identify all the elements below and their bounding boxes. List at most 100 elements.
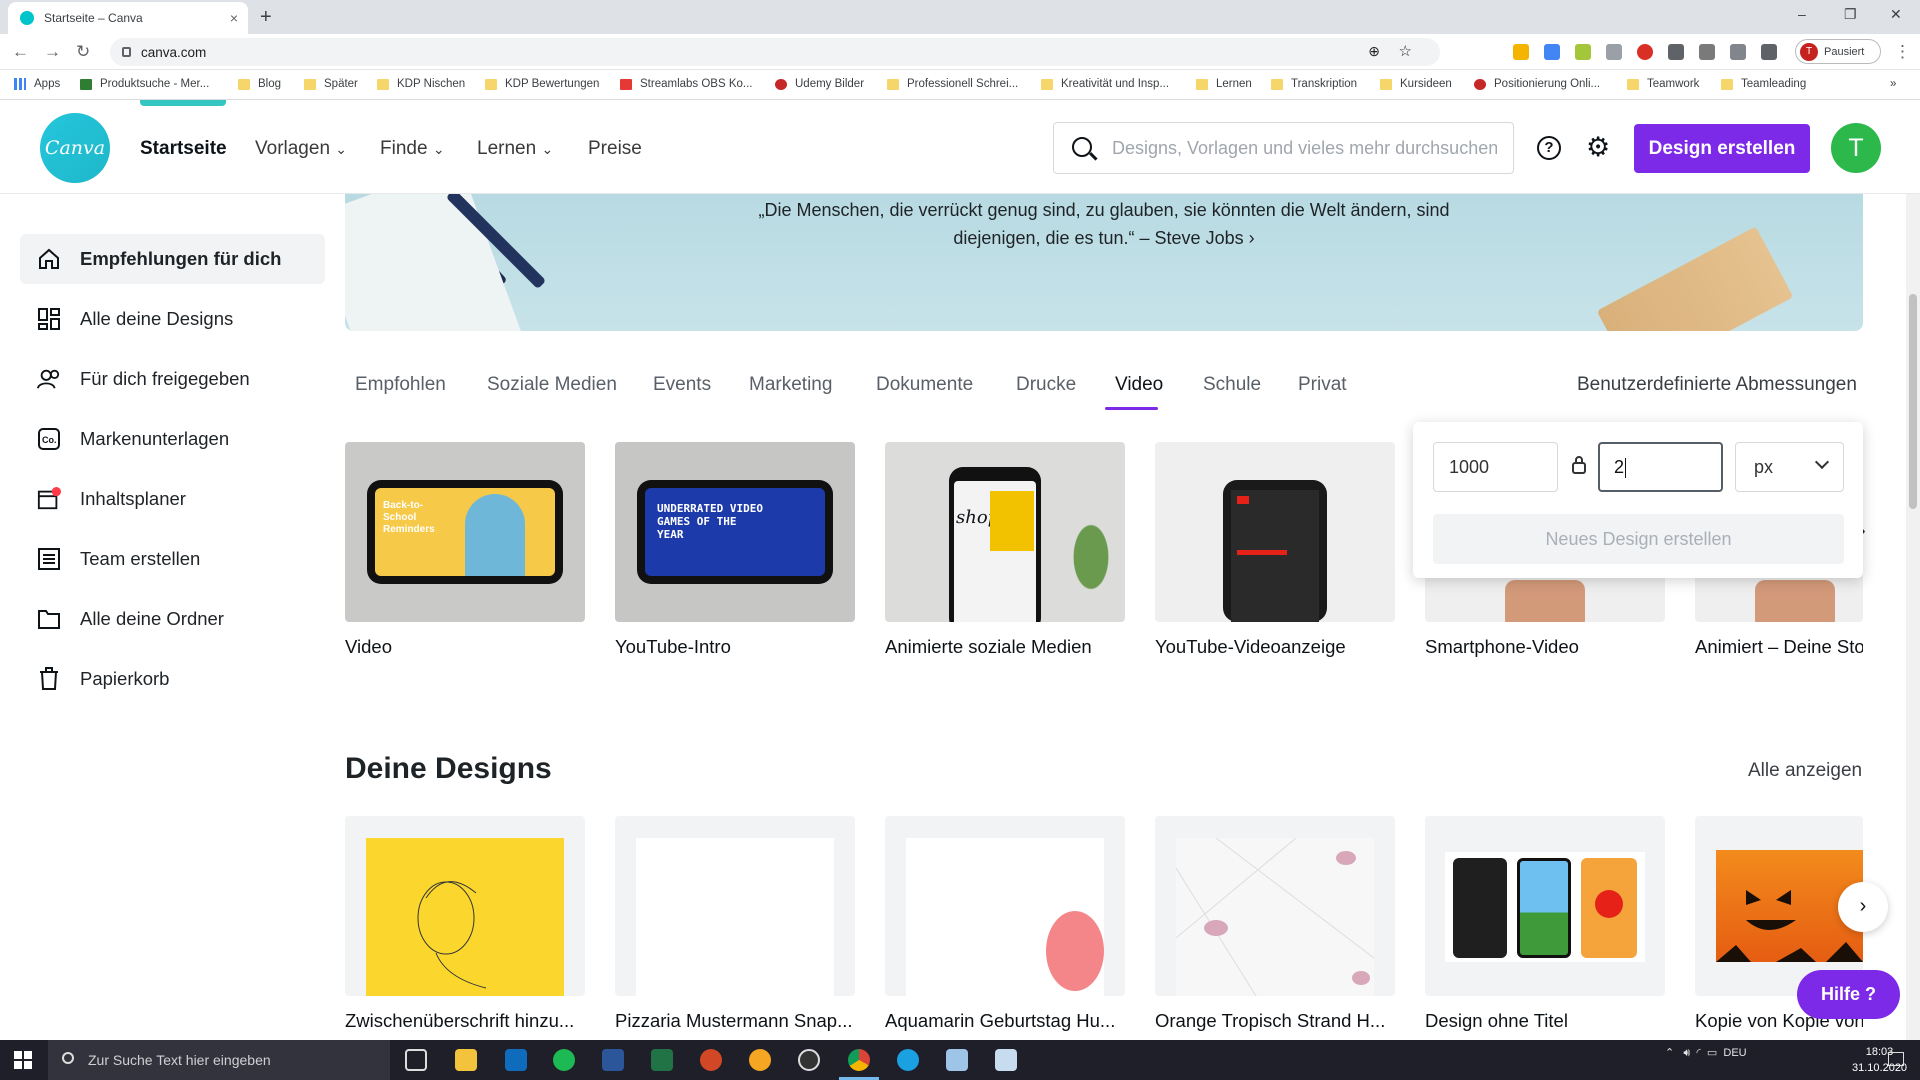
tab-empfohlen[interactable]: Empfohlen	[355, 374, 446, 396]
card-label[interactable]: Animierte soziale Medien	[885, 636, 1125, 658]
excel-icon[interactable]	[651, 1049, 673, 1071]
design-title[interactable]: Design ohne Titel	[1425, 1010, 1665, 1032]
tab-schule[interactable]: Schule	[1203, 374, 1261, 396]
new-tab-button[interactable]: +	[260, 6, 272, 29]
close-window-button[interactable]: ✕	[1890, 6, 1902, 23]
design-card[interactable]	[1425, 816, 1665, 996]
bookmark-item[interactable]: Lernen	[1196, 78, 1252, 90]
custom-dimensions-button[interactable]: Benutzerdefinierte Abmessungen	[1577, 374, 1857, 396]
design-title[interactable]: Aquamarin Geburtstag Hu...	[885, 1010, 1125, 1032]
width-input[interactable]: 1000	[1433, 442, 1558, 492]
unit-select[interactable]: px	[1735, 442, 1844, 492]
zoom-icon[interactable]: ⊕	[1368, 43, 1380, 60]
taskbar-search-input[interactable]: Zur Suche Text hier eingeben	[48, 1040, 390, 1080]
extensions-puzzle-icon[interactable]	[1761, 44, 1777, 60]
nav-lernen[interactable]: Lernen ⌄	[477, 138, 553, 160]
bookmark-item[interactable]: Teamwork	[1627, 78, 1699, 90]
eyedropper-icon[interactable]	[1699, 44, 1715, 60]
url-field[interactable]: canva.com ⊕ ☆	[110, 38, 1440, 66]
designs-next-arrow-icon[interactable]: ›	[1838, 882, 1888, 932]
app-icon[interactable]	[995, 1049, 1017, 1071]
bookmark-item[interactable]: Positionierung Onli...	[1474, 78, 1600, 90]
bookmark-item[interactable]: KDP Bewertungen	[485, 78, 599, 90]
tab-events[interactable]: Events	[653, 374, 711, 396]
sidebar-item-freigegeben[interactable]: Für dich freigegeben	[20, 354, 325, 404]
file-explorer-icon[interactable]	[455, 1049, 477, 1071]
task-view-icon[interactable]	[405, 1049, 427, 1071]
card-label[interactable]: YouTube-Intro	[615, 636, 855, 658]
restore-button[interactable]: ❐	[1844, 6, 1857, 23]
profile-button[interactable]: T Pausiert	[1795, 39, 1881, 64]
forward-arrow-icon[interactable]: →	[44, 42, 61, 62]
tab-soziale-medien[interactable]: Soziale Medien	[487, 374, 617, 396]
word-icon[interactable]	[602, 1049, 624, 1071]
design-card[interactable]	[1155, 816, 1395, 996]
height-input[interactable]: 2	[1598, 442, 1723, 492]
tab-dokumente[interactable]: Dokumente	[876, 374, 973, 396]
nav-vorlagen[interactable]: Vorlagen ⌄	[255, 138, 347, 160]
canva-logo[interactable]: Canva	[40, 113, 110, 183]
bookmark-item[interactable]: Streamlabs OBS Ko...	[620, 78, 753, 90]
design-title[interactable]: Orange Tropisch Strand H...	[1155, 1010, 1395, 1032]
sidebar-item-papierkorb[interactable]: Papierkorb	[20, 654, 325, 704]
help-chat-button[interactable]: Hilfe ?	[1797, 970, 1900, 1019]
notifications-icon[interactable]	[1888, 1052, 1904, 1066]
bookmark-item[interactable]: Blog	[238, 78, 281, 90]
sidebar-item-team[interactable]: Team erstellen	[20, 534, 325, 584]
scrollbar-thumb[interactable]	[1909, 294, 1917, 509]
template-card-animierte-soziale-medien[interactable]: shop	[885, 442, 1125, 622]
nav-finde[interactable]: Finde ⌄	[380, 138, 445, 160]
design-title[interactable]: Pizzaria Mustermann Snap...	[615, 1010, 855, 1032]
bookmark-item[interactable]: Udemy Bilder	[775, 78, 864, 90]
adblock-icon[interactable]	[1637, 44, 1653, 60]
chrome-icon[interactable]	[848, 1049, 870, 1071]
page-scrollbar[interactable]	[1906, 194, 1920, 1040]
extension-icon[interactable]	[1544, 44, 1560, 60]
powerpoint-icon[interactable]	[700, 1049, 722, 1071]
tab-video[interactable]: Video	[1115, 374, 1163, 396]
obs-icon[interactable]	[798, 1049, 820, 1071]
tab-privat[interactable]: Privat	[1298, 374, 1347, 396]
bookmark-item[interactable]: Später	[304, 78, 358, 90]
template-card-video[interactable]: Back-to-School Reminders	[345, 442, 585, 622]
new-design-button[interactable]: Neues Design erstellen	[1433, 514, 1844, 564]
nav-startseite[interactable]: Startseite	[140, 138, 227, 160]
design-card[interactable]	[615, 816, 855, 996]
extension-icon[interactable]	[1668, 44, 1684, 60]
tab-drucke[interactable]: Drucke	[1016, 374, 1076, 396]
extension-icon[interactable]	[1513, 44, 1529, 60]
browser-tab[interactable]: Startseite – Canva ×	[8, 2, 248, 34]
see-all-link[interactable]: Alle anzeigen	[1748, 760, 1862, 782]
template-card-youtube-intro[interactable]: UNDERRATED VIDEO GAMES OF THE YEAR	[615, 442, 855, 622]
sidebar-item-alle-designs[interactable]: Alle deine Designs	[20, 294, 325, 344]
app-icon[interactable]	[946, 1049, 968, 1071]
bookmarks-overflow-icon[interactable]: »	[1890, 78, 1896, 90]
template-card-youtube-videoanzeige[interactable]	[1155, 442, 1395, 622]
bookmark-item[interactable]: Professionell Schrei...	[887, 78, 1018, 90]
browser-menu-icon[interactable]: ⋮	[1894, 42, 1911, 62]
extension-icon[interactable]	[1575, 44, 1591, 60]
bookmark-item[interactable]: Kursideen	[1380, 78, 1452, 90]
design-card[interactable]	[885, 816, 1125, 996]
user-avatar[interactable]: T	[1831, 123, 1881, 173]
back-arrow-icon[interactable]: ←	[12, 42, 29, 62]
bookmark-item[interactable]: Transkription	[1271, 78, 1357, 90]
card-label[interactable]: YouTube-Videoanzeige	[1155, 636, 1395, 658]
edge-icon[interactable]	[897, 1049, 919, 1071]
sidebar-item-ordner[interactable]: Alle deine Ordner	[20, 594, 325, 644]
sidebar-item-inhaltsplaner[interactable]: Inhaltsplaner	[20, 474, 325, 524]
tab-marketing[interactable]: Marketing	[749, 374, 832, 396]
gear-icon[interactable]: ⚙	[1586, 133, 1610, 161]
sidebar-item-markenunterlagen[interactable]: Co. Markenunterlagen	[20, 414, 325, 464]
reload-icon[interactable]: ↻	[76, 42, 90, 62]
minimize-button[interactable]: –	[1798, 6, 1806, 22]
sidebar-item-empfehlungen[interactable]: Empfehlungen für dich	[20, 234, 325, 284]
system-tray[interactable]: ⌃ 🔊︎ ◜ ▭ DEU	[1665, 1046, 1747, 1060]
design-title[interactable]: Zwischenüberschrift hinzu...	[345, 1010, 585, 1032]
create-design-button[interactable]: Design erstellen	[1634, 124, 1810, 173]
banner-quote[interactable]: „Die Menschen, die verrückt genug sind, …	[345, 194, 1863, 252]
windows-start-icon[interactable]	[14, 1051, 32, 1069]
card-label[interactable]: Smartphone-Video	[1425, 636, 1665, 658]
help-icon[interactable]: ?	[1537, 136, 1561, 160]
lock-aspect-icon[interactable]	[1571, 455, 1587, 475]
